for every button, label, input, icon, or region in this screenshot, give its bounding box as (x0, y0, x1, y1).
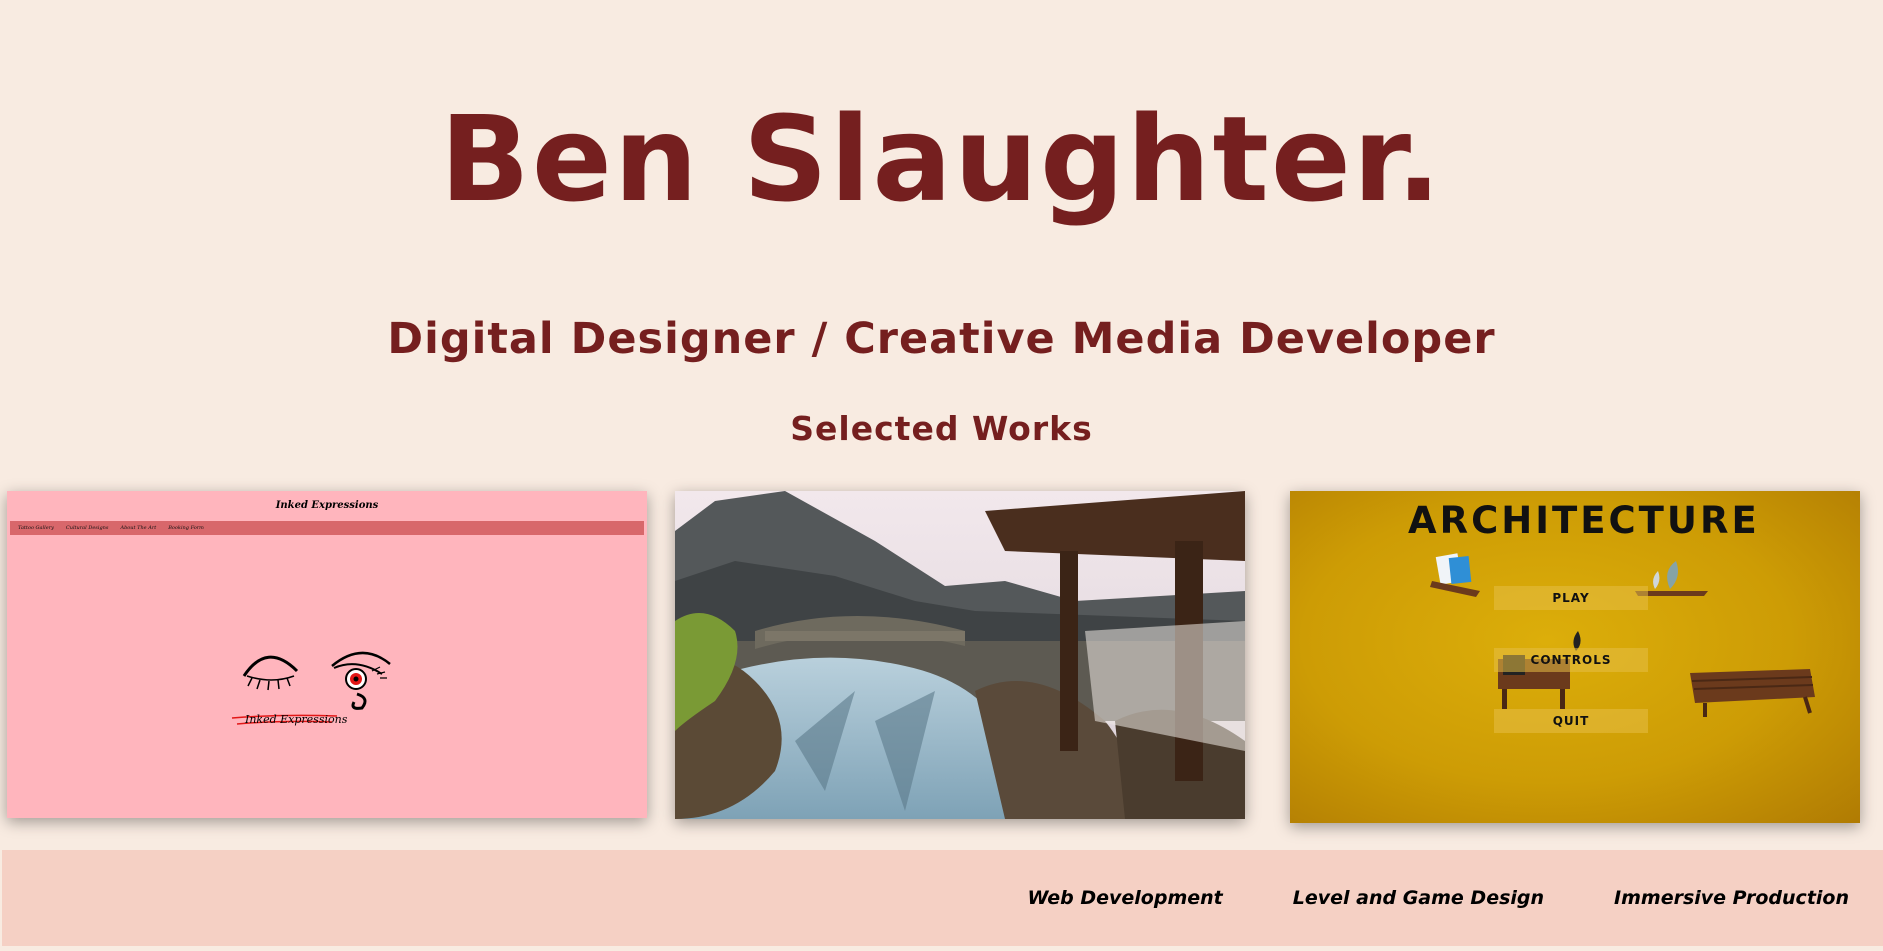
page-title: Ben Slaughter. (439, 90, 1444, 228)
nav-item: Tattoo Gallery (18, 525, 54, 531)
works-gallery: Inked Expressions Tattoo Gallery Cultura… (0, 490, 1883, 826)
selected-works-heading: Selected Works (790, 409, 1093, 448)
work-card-level-design[interactable] (675, 491, 1245, 819)
nav-item: Cultural Designs (65, 525, 109, 531)
work-card-inked-expressions[interactable]: Inked Expressions Tattoo Gallery Cultura… (7, 491, 647, 818)
quit-button: QUIT (1494, 709, 1648, 733)
play-button: PLAY (1494, 586, 1648, 610)
inked-expressions-site-title: Inked Expressions (275, 500, 379, 511)
footer-link-immersive-production[interactable]: Immersive Production (1614, 887, 1849, 909)
nav-item: About The Art (120, 525, 157, 531)
nav-item: Booking Form (168, 525, 204, 531)
controls-button: CONTROLS (1494, 648, 1648, 672)
inked-expressions-logo-text: Inked Expressions (245, 713, 348, 726)
footer-link-web-development[interactable]: Web Development (1028, 887, 1223, 909)
work-card-architecture-game[interactable]: ARCHITECTURE PLAY CONTROLS QUIT (1290, 491, 1860, 823)
inked-expressions-navbar: Tattoo Gallery Cultural Designs About Th… (10, 521, 644, 535)
role-subtitle: Digital Designer / Creative Media Develo… (387, 314, 1496, 364)
inked-eyes-logo-art (231, 651, 391, 725)
footer-link-level-game-design[interactable]: Level and Game Design (1293, 887, 1544, 909)
level-design-scene-image (675, 491, 1245, 819)
footer-nav: Web Development Level and Game Design Im… (2, 850, 1883, 946)
